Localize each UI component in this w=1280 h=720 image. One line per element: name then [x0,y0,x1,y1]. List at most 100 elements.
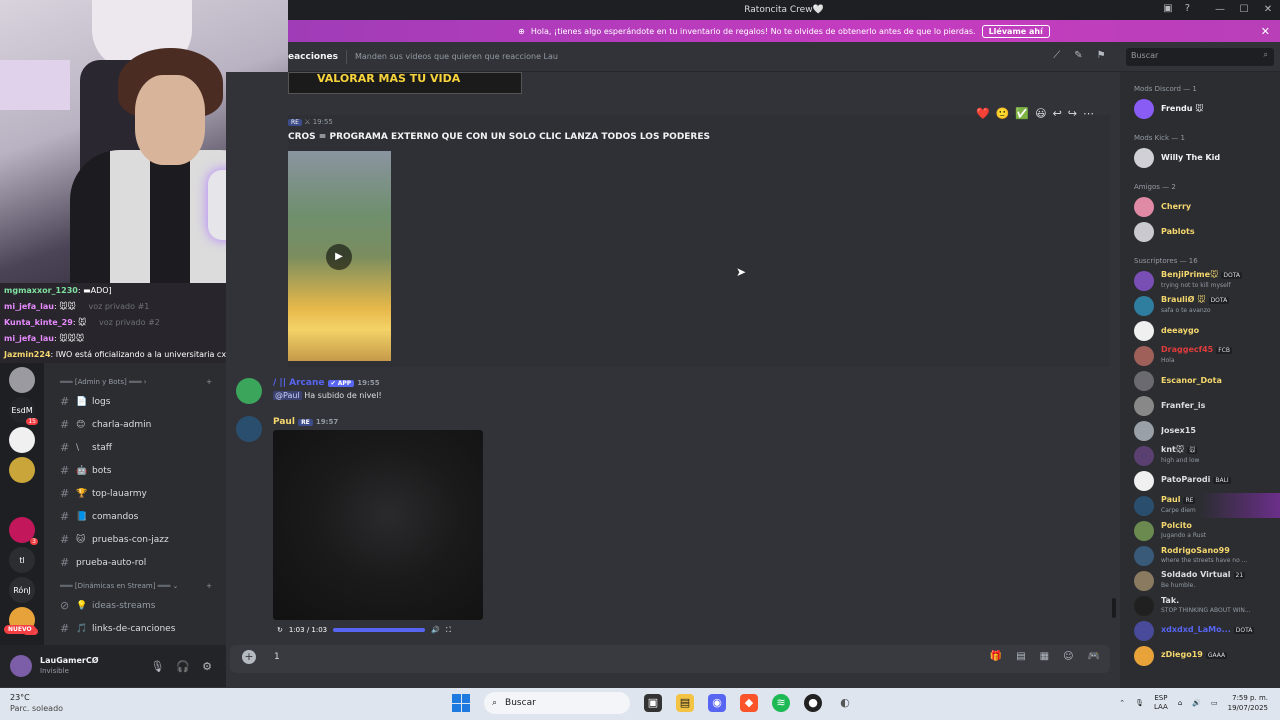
member-item[interactable]: RodrigoSano99 where the streets have no .… [1120,543,1280,568]
channel-item[interactable]: # \ staff [44,436,226,459]
server-icon[interactable]: tl [9,547,35,573]
server-icon[interactable]: EsdM 15 [9,397,38,425]
brave-browser-icon[interactable]: ◆ [740,694,758,712]
server-icon[interactable]: RónJ [9,577,35,603]
video-progress-bar[interactable] [333,628,426,632]
avatar[interactable] [236,416,262,442]
check-reaction-icon[interactable]: ✅ [1015,107,1029,120]
channel-item[interactable]: # 🏆 top-lauarmy [44,482,226,505]
avatar[interactable] [1134,645,1154,666]
server-icon[interactable] [9,457,35,483]
avatar[interactable] [10,655,32,677]
avatar[interactable] [1134,345,1154,366]
banner-close-icon[interactable]: ✕ [1261,25,1270,38]
spotify-icon[interactable]: ≋ [772,694,790,712]
message-image[interactable]: VALORAR MAS TU VIDA [288,72,522,94]
video-attachment[interactable]: ▶ [288,151,391,361]
close-window-button[interactable]: ✕ [1256,0,1280,20]
maximize-button[interactable]: ☐ [1232,0,1256,20]
windows-start-icon[interactable] [452,694,470,712]
channel-item[interactable]: # 🎵 links-de-canciones [44,617,226,640]
threads-icon[interactable]: ⟋ [1053,50,1060,61]
minimize-button[interactable]: — [1208,0,1232,20]
member-item[interactable]: Paul RE Carpe diem [1120,493,1280,518]
add-reaction-icon[interactable]: 😃 [1035,107,1046,120]
avatar[interactable] [1134,545,1154,566]
weather-widget[interactable]: 23°C Parc. soleado [10,692,63,714]
pin-icon[interactable]: ⚑ [1097,50,1106,61]
file-explorer-icon[interactable]: ▤ [676,694,694,712]
member-item[interactable]: Cherry [1120,194,1280,219]
avatar[interactable] [1134,370,1154,391]
server-icon[interactable]: 3 [9,517,38,545]
server-icon[interactable] [9,427,35,453]
member-item[interactable]: Tak. STOP THINKING ABOUT WIN... [1120,593,1280,618]
obs-icon[interactable]: ● [804,694,822,712]
channel-item[interactable]: # prueba-auto-rol [44,551,226,574]
avatar[interactable] [1134,595,1154,616]
add-channel-icon[interactable]: + [206,578,212,594]
discord-app-icon[interactable]: ◉ [708,694,726,712]
member-item[interactable]: Polcito Jugando a Rust [1120,518,1280,543]
channel-item[interactable]: # 🤖 bots [44,459,226,482]
play-icon[interactable]: ▶ [326,244,352,270]
add-attachment-icon[interactable]: + [242,650,256,664]
gift-icon[interactable]: 🎁 [990,651,1002,662]
volume-icon[interactable]: 🔊 [1192,699,1201,707]
channel-item[interactable]: # 😊 charla-admin [44,413,226,436]
video-player[interactable] [273,430,483,620]
category-dynamics[interactable]: ═══ [Dinámicas en Stream] ═══ ⌄ + [44,578,226,594]
app-icon[interactable]: ◐ [836,694,854,712]
channel-item[interactable]: # 📄 logs [44,390,226,413]
gif-icon[interactable]: ▤ [1016,651,1025,662]
avatar[interactable] [1134,420,1154,441]
avatar[interactable] [1134,445,1154,466]
member-item[interactable]: knt🐭 🐭 high and low [1120,443,1280,468]
taskbar-search[interactable]: ⌕ Buscar [484,692,630,714]
message-input[interactable]: 1 [274,652,280,662]
sticker-icon[interactable]: ▦ [1040,651,1049,662]
avatar[interactable] [1134,320,1154,341]
member-item[interactable]: PatoParodi BALI [1120,468,1280,493]
network-icon[interactable]: ⌂ [1178,699,1182,707]
member-item[interactable]: Franfer_is [1120,393,1280,418]
reply-icon[interactable]: ↩ [1053,107,1062,120]
language-indicator[interactable]: ESP LAA [1154,694,1168,712]
task-view-icon[interactable]: ▣ [644,694,662,712]
member-item[interactable]: BenjiPrime🐭 DOTA trying not to kill myself [1120,268,1280,293]
fullscreen-icon[interactable]: ⛶ [446,626,451,635]
help-icon[interactable]: ? [1185,3,1190,14]
avatar[interactable] [1134,295,1154,316]
add-channel-icon[interactable]: + [206,374,212,390]
member-item[interactable]: Soldado Virtual 21 Be humble. [1120,568,1280,593]
member-item[interactable]: deeaygo [1120,318,1280,343]
clock[interactable]: 7:59 p. m. 19/07/2025 [1228,693,1268,713]
member-item[interactable]: xdxdxd_LaMo... DOTA [1120,618,1280,643]
channel-topic[interactable]: Manden sus videos que quieren que reacci… [355,52,558,61]
settings-gear-icon[interactable]: ⚙ [202,660,212,673]
member-item[interactable]: Pablots [1120,219,1280,244]
avatar[interactable] [1134,570,1154,591]
member-item[interactable]: Escanor_Dota [1120,368,1280,393]
avatar[interactable] [1134,495,1154,516]
member-item[interactable]: Josex15 [1120,418,1280,443]
member-item[interactable]: Frendu 🐭 [1120,96,1280,121]
scrollbar[interactable] [1112,598,1116,618]
channel-item[interactable]: ⊘ 💡 ideas-streams [44,594,226,617]
avatar[interactable] [1134,196,1154,217]
emoji-reaction-icon[interactable]: 🙂 [996,107,1010,120]
category-admin[interactable]: ═══ [Admin y Bots] ═══ › + [44,374,226,390]
message-author[interactable]: Paul [273,417,295,427]
member-item[interactable]: Willy The Kid [1120,145,1280,170]
avatar[interactable] [1134,147,1154,168]
message-composer[interactable]: + 1 🎁 ▤ ▦ ☺ 🎮 [230,645,1110,673]
channel-item[interactable]: # 📘 comandos [44,505,226,528]
message-author[interactable]: / || Arcane [273,378,324,388]
inbox-icon[interactable]: ▣ [1163,3,1172,14]
banner-cta-button[interactable]: Llévame ahí [981,24,1050,38]
avatar[interactable] [1134,520,1154,541]
battery-icon[interactable]: ▭ [1211,699,1218,707]
avatar[interactable] [1134,620,1154,641]
forward-icon[interactable]: ↪ [1068,107,1077,120]
server-icon[interactable] [9,367,35,393]
